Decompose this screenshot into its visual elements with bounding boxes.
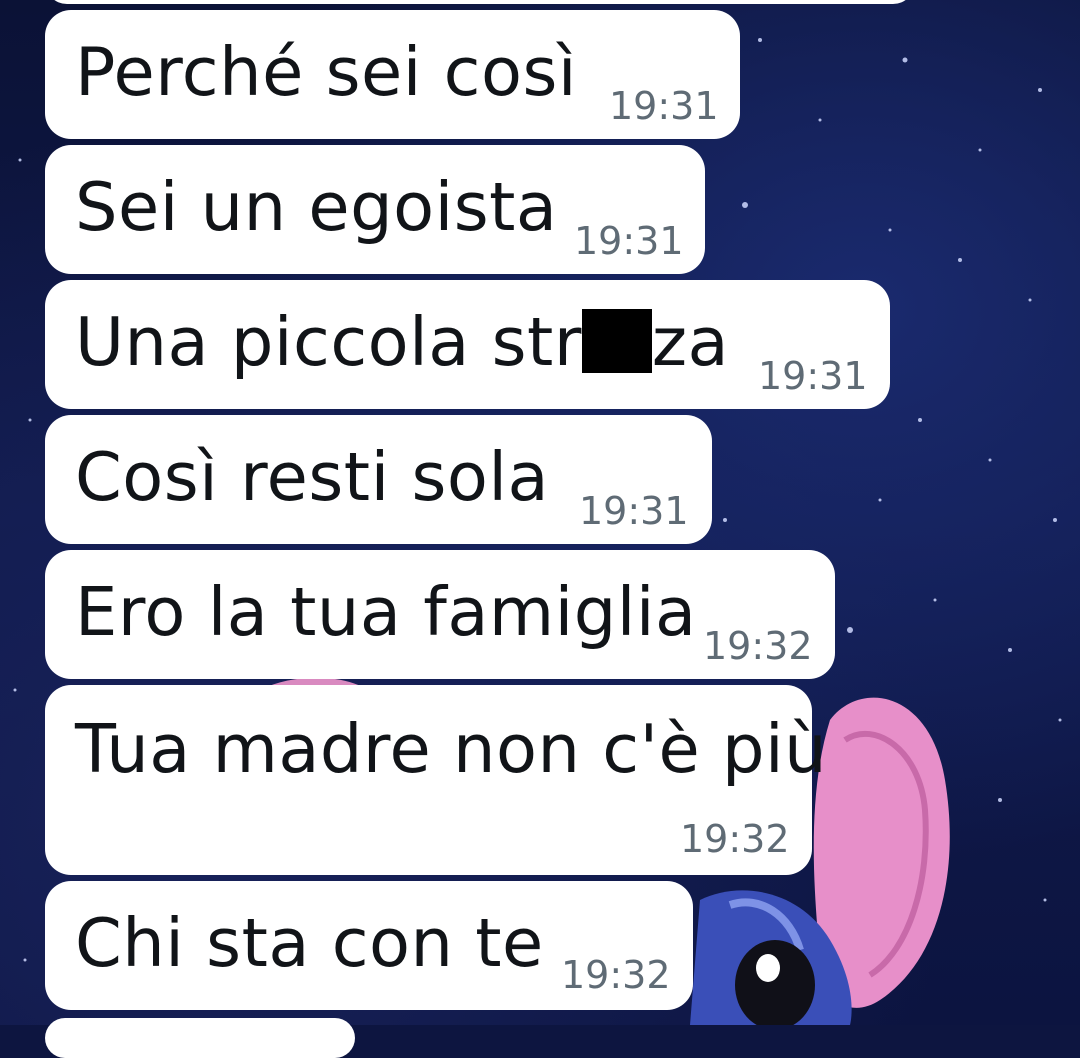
message-timestamp: 19:32 [680,817,790,861]
message-text: Perché sei così [75,33,578,111]
censor-block-icon [581,309,652,373]
message-text-part: za [651,303,730,381]
message-timestamp: 19:32 [703,624,813,668]
message-bubble[interactable]: Perché sei così 19:31 [45,10,740,139]
message-text: Sei un egoista [75,168,558,246]
previous-message-bubble-edge [45,0,915,4]
next-message-bubble-edge [45,1018,355,1058]
message-timestamp: 19:31 [758,354,868,398]
message-bubble[interactable]: Chi sta con te 19:32 [45,881,693,1010]
message-text: Tua madre non c'è più [75,710,828,788]
message-text: Chi sta con te [75,904,544,982]
message-timestamp: 19:31 [609,84,719,128]
message-timestamp: 19:31 [574,219,684,263]
message-text: Una piccola str za [75,302,729,382]
message-text: Così resti sola [75,438,550,516]
message-bubble[interactable]: Così resti sola 19:31 [45,415,712,544]
message-bubble[interactable]: Tua madre non c'è più 19:32 [45,685,827,875]
message-text: Ero la tua famiglia [75,573,697,651]
message-bubble[interactable]: Ero la tua famiglia 19:32 [45,550,835,679]
message-timestamp: 19:31 [579,489,689,533]
message-bubble[interactable]: Una piccola str za 19:31 [45,280,890,409]
message-timestamp: 19:32 [561,953,671,997]
message-bubble[interactable]: Sei un egoista 19:31 [45,145,705,274]
message-text-part: Una piccola str [75,303,582,381]
